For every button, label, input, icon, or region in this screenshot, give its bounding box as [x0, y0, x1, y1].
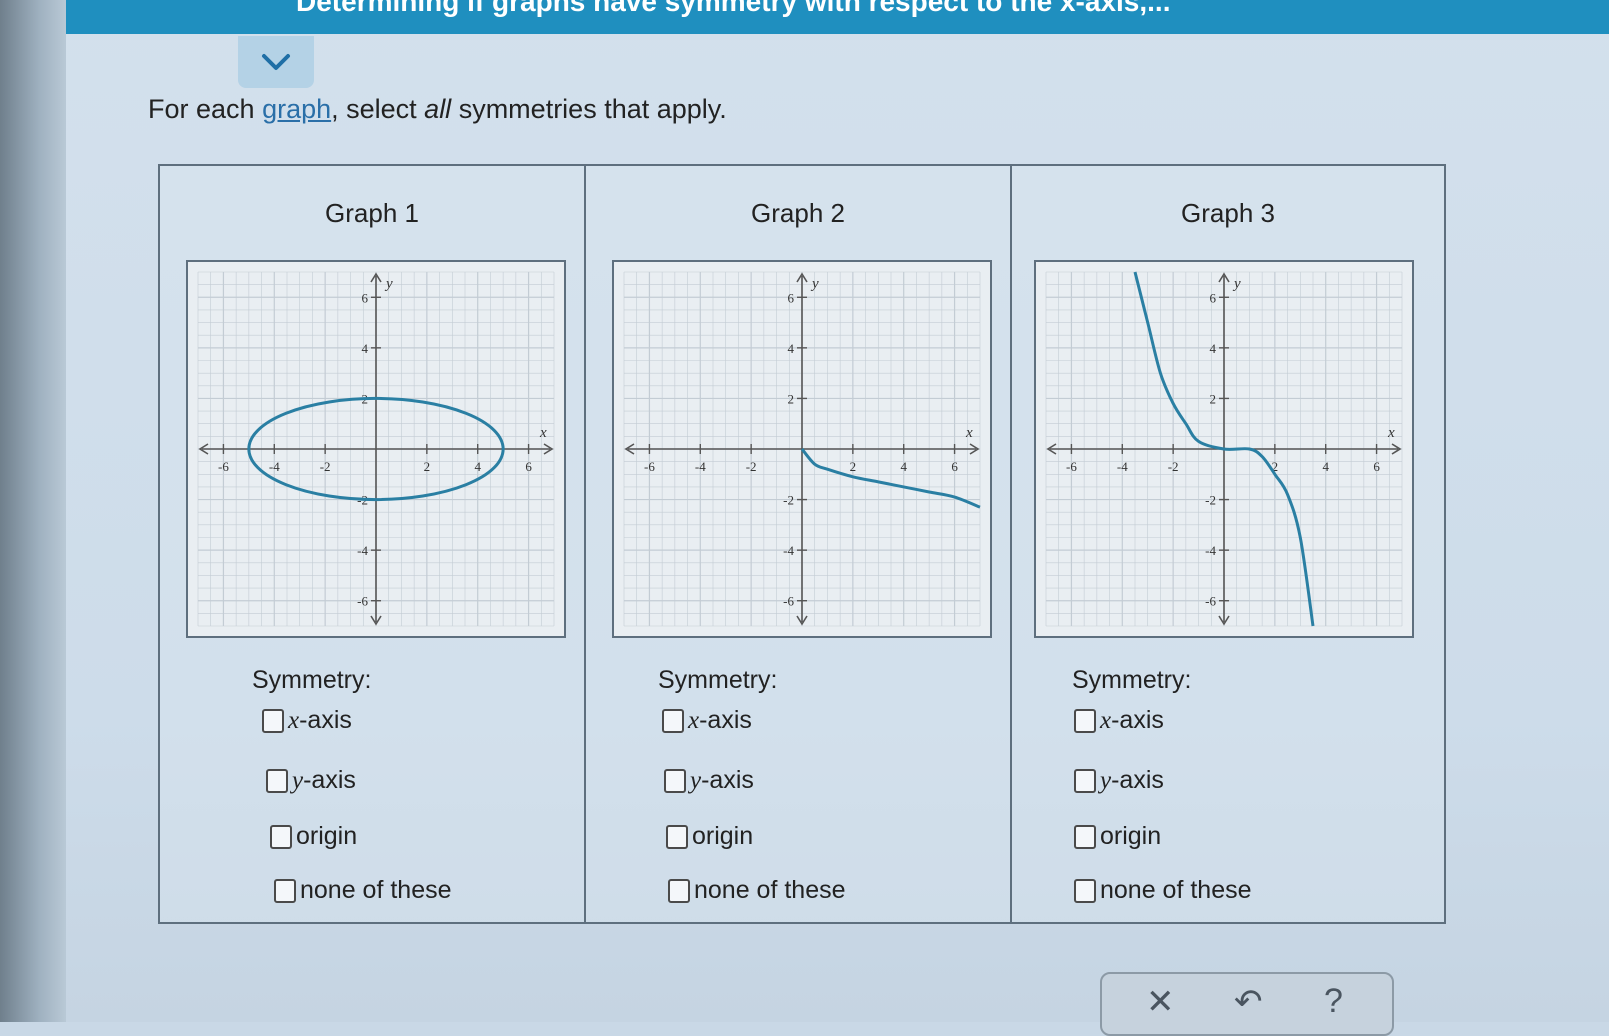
y-tick-label: -6	[357, 594, 368, 609]
checkbox[interactable]	[1074, 708, 1096, 733]
y-tick-label: -4	[357, 543, 368, 558]
checkbox[interactable]	[1074, 824, 1096, 849]
option-none[interactable]: none of these	[668, 876, 846, 905]
answer-toolbar: ✕ ↶ ?	[1100, 972, 1394, 1036]
graph-panel-2: Graph 2 -6 -4 -2 2 4 6 6 4 2 -2 -4 -6 x y Symmetry: x…	[584, 164, 1012, 924]
y-axis-label: y	[810, 276, 819, 292]
x-tick-label: 2	[424, 459, 431, 474]
x-tick-label: -2	[746, 459, 757, 474]
graph-panel-1: Graph 1 -6 -4 -2 2 4 6 6 4 2 -2 -4 -6 x y Symmetry: x…	[158, 164, 586, 924]
checkbox[interactable]	[666, 824, 688, 849]
checkbox[interactable]	[1074, 878, 1096, 903]
y-tick-label: 6	[788, 290, 795, 305]
graph-panel-3: Graph 3 -6 -4 -2 2 4 6 6 4 2 -2 -4 -6 x y Symmetry: x…	[1010, 164, 1446, 924]
x-tick-label: 4	[1322, 459, 1329, 474]
x-tick-label: -4	[695, 459, 706, 474]
option-x-axis[interactable]: x -axis	[1074, 706, 1164, 735]
checkbox[interactable]	[266, 768, 288, 793]
option-origin[interactable]: origin	[1074, 822, 1161, 851]
y-tick-label: -2	[1205, 493, 1216, 508]
x-tick-label: -6	[218, 459, 229, 474]
collapse-toggle-button[interactable]	[238, 36, 314, 88]
x-tick-label: 6	[525, 459, 532, 474]
x-tick-label: 4	[474, 459, 481, 474]
x-tick-label: -4	[1117, 459, 1128, 474]
option-none[interactable]: none of these	[1074, 876, 1252, 905]
y-tick-label: 6	[362, 290, 369, 305]
checkbox[interactable]	[668, 878, 690, 903]
y-tick-label: 4	[788, 341, 795, 356]
graph-3-svg: -6 -4 -2 2 4 6642-2-4-6xy	[1045, 271, 1403, 627]
graph-1-svg: -6 -4 -2 2 4 6642-2-4-6xy	[197, 271, 555, 627]
checkbox[interactable]	[664, 768, 686, 793]
x-axis-label: x	[1387, 425, 1395, 441]
checkbox[interactable]	[1074, 768, 1096, 793]
graph-definition-link[interactable]: graph	[262, 94, 331, 124]
option-x-axis[interactable]: x -axis	[662, 706, 752, 735]
graph-plot-3: -6 -4 -2 2 4 6 6 4 2 -2 -4 -6 x y	[1034, 260, 1414, 638]
clear-button[interactable]: ✕	[1146, 982, 1175, 1022]
checkbox[interactable]	[270, 824, 292, 849]
symmetry-label: Symmetry:	[658, 666, 778, 694]
graphs-table: Graph 1 -6 -4 -2 2 4 6 6 4 2 -2 -4 -6 x y Symmetry: x…	[158, 164, 1458, 924]
x-axis-label: x	[539, 425, 547, 441]
graph-plot-1: -6 -4 -2 2 4 6 6 4 2 -2 -4 -6 x y	[186, 260, 566, 638]
graph-title: Graph 3	[1181, 198, 1275, 228]
checkbox[interactable]	[262, 708, 284, 733]
y-tick-label: -2	[783, 493, 794, 508]
y-tick-label: -6	[1205, 594, 1216, 609]
y-tick-label: 6	[1210, 290, 1217, 305]
x-axis-label: x	[965, 425, 973, 441]
y-axis-label: y	[1232, 276, 1241, 292]
graph-2-svg: -6 -4 -2 2 4 6 6 4 2 -2 -4 -6 x y	[623, 271, 981, 627]
question-prompt: For each graph, select all symmetries th…	[148, 94, 727, 124]
page-title: Determining if graphs have symmetry with…	[296, 0, 1171, 17]
x-tick-label: -4	[269, 459, 280, 474]
x-tick-label: 6	[1373, 459, 1380, 474]
option-x-axis[interactable]: x -axis	[262, 706, 352, 735]
symmetry-label: Symmetry:	[252, 666, 372, 694]
option-origin[interactable]: origin	[270, 822, 357, 851]
x-tick-label: 2	[850, 459, 857, 474]
x-tick-label: -2	[1168, 459, 1179, 474]
option-origin[interactable]: origin	[666, 822, 753, 851]
option-y-axis[interactable]: y -axis	[664, 766, 754, 795]
x-tick-label: -6	[644, 459, 655, 474]
x-tick-label: -2	[320, 459, 331, 474]
graph-title: Graph 2	[751, 198, 845, 228]
checkbox[interactable]	[274, 878, 296, 903]
y-tick-label: 2	[1210, 391, 1217, 406]
checkbox[interactable]	[662, 708, 684, 733]
y-tick-label: -6	[783, 594, 794, 609]
monitor-bezel	[0, 0, 66, 1022]
symmetry-label: Symmetry:	[1072, 666, 1192, 694]
y-tick-label: 2	[788, 391, 795, 406]
undo-button[interactable]: ↶	[1234, 982, 1263, 1022]
header-bar: Determining if graphs have symmetry with…	[66, 0, 1609, 34]
y-axis-label: y	[384, 276, 393, 292]
graph-plot-2: -6 -4 -2 2 4 6 6 4 2 -2 -4 -6 x y	[612, 260, 992, 638]
x-tick-label: 6	[951, 459, 958, 474]
x-tick-label: 4	[900, 459, 907, 474]
graph-title: Graph 1	[325, 198, 419, 228]
y-tick-label: -4	[1205, 543, 1216, 558]
option-none[interactable]: none of these	[274, 876, 452, 905]
y-tick-label: 4	[1210, 341, 1217, 356]
y-tick-label: -4	[783, 543, 794, 558]
option-y-axis[interactable]: y -axis	[266, 766, 356, 795]
chevron-down-icon	[262, 54, 290, 70]
help-button[interactable]: ?	[1324, 982, 1343, 1021]
y-tick-label: 4	[362, 341, 369, 356]
option-y-axis[interactable]: y -axis	[1074, 766, 1164, 795]
x-tick-label: -6	[1066, 459, 1077, 474]
